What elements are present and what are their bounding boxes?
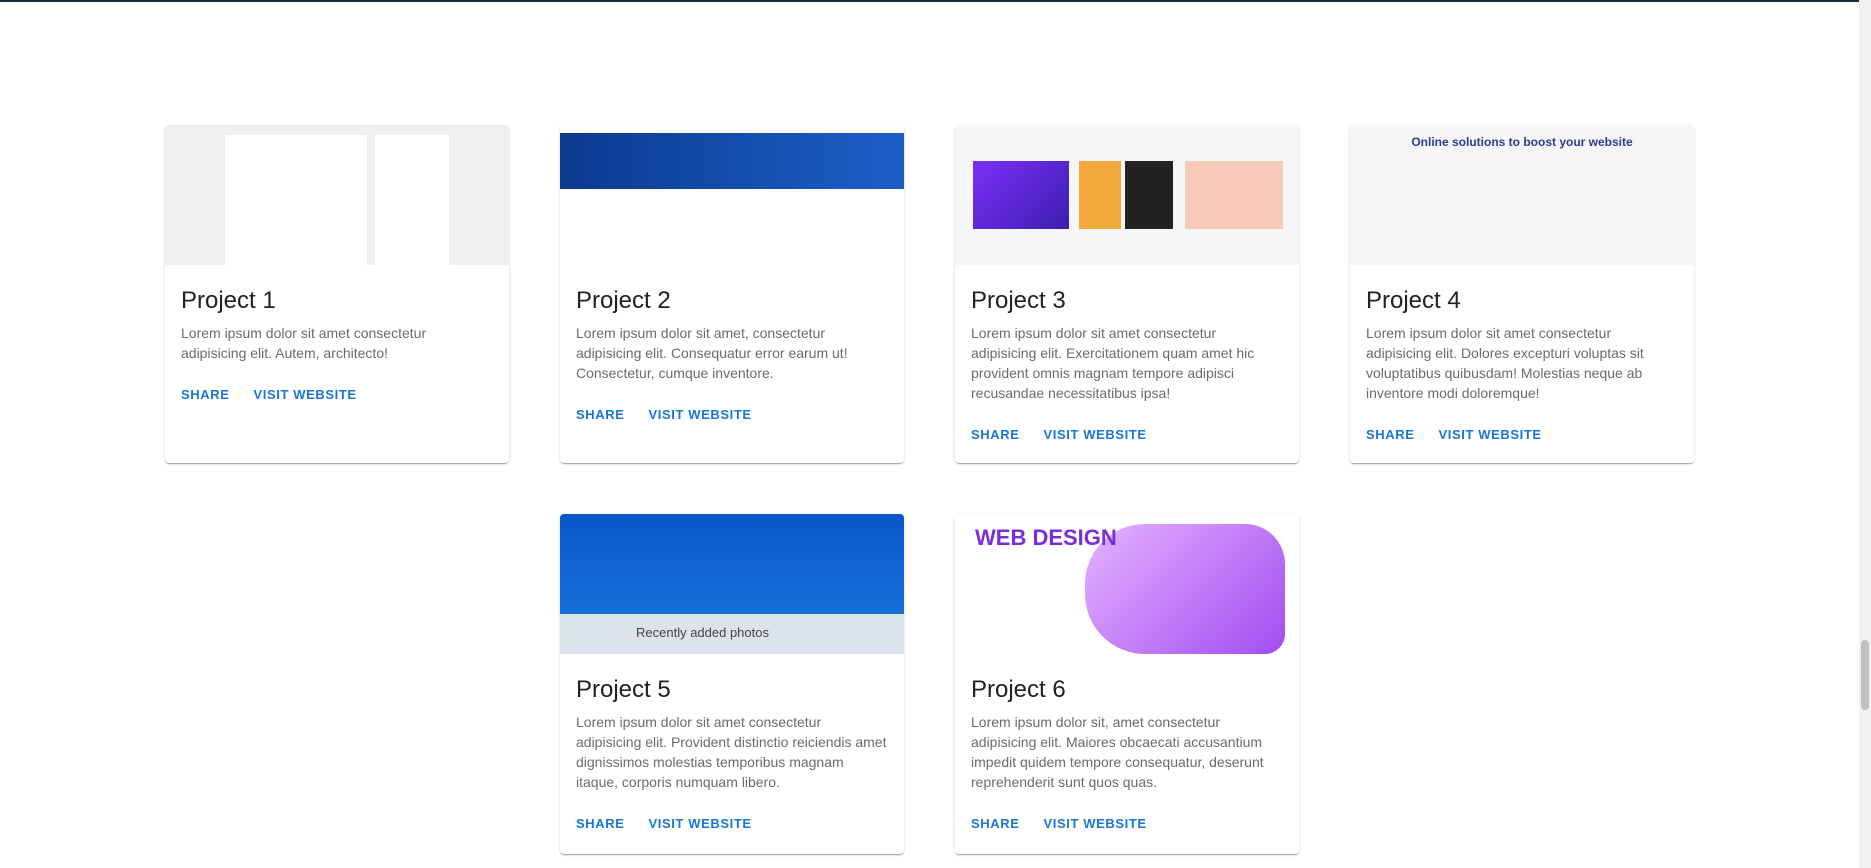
project-6-thumbnail: WEB DESIGN (955, 514, 1299, 654)
thumbnail-banner (560, 133, 904, 189)
project-title: Project 6 (971, 676, 1066, 703)
project-description: Lorem ipsum dolor sit amet, consectetur … (576, 325, 848, 381)
share-button[interactable]: SHARE (1358, 419, 1423, 450)
project-4-thumbnail: Online solutions to boost your website (1350, 125, 1694, 265)
project-title: Project 2 (576, 287, 671, 314)
project-2-thumbnail (560, 125, 904, 265)
share-button[interactable]: SHARE (568, 399, 633, 430)
scrollbar[interactable] (1859, 0, 1871, 868)
thumbnail-headline: WEB DESIGN (975, 525, 1117, 550)
visit-website-button[interactable]: VISIT WEBSITE (641, 399, 760, 430)
share-button[interactable]: SHARE (963, 419, 1028, 450)
project-5-thumbnail: Recently added photos (560, 514, 904, 654)
thumbnail-sidebar (375, 135, 449, 265)
scrollbar-thumb[interactable] (1861, 640, 1869, 710)
top-border (0, 0, 1871, 2)
project-1-thumbnail (165, 125, 509, 265)
thumbnail-tile (973, 161, 1069, 229)
project-description: Lorem ipsum dolor sit, amet consectetur … (971, 714, 1264, 790)
card-actions: SHARE VISIT WEBSITE (568, 399, 896, 430)
thumbnail-lower-panel: Recently added photos (560, 614, 904, 654)
visit-website-button[interactable]: VISIT WEBSITE (1431, 419, 1550, 450)
share-button[interactable]: SHARE (568, 808, 633, 839)
project-description: Lorem ipsum dolor sit amet consectetur a… (576, 714, 887, 790)
thumbnail-caption: Recently added photos (636, 625, 769, 640)
project-title: Project 1 (181, 287, 276, 314)
project-3-thumbnail (955, 125, 1299, 265)
share-button[interactable]: SHARE (173, 379, 238, 410)
thumbnail-page (225, 135, 367, 265)
card-actions: SHARE VISIT WEBSITE (568, 808, 896, 839)
visit-website-button[interactable]: VISIT WEBSITE (246, 379, 365, 410)
card-actions: SHARE VISIT WEBSITE (963, 808, 1291, 839)
thumbnail-tile (1125, 161, 1173, 229)
project-title: Project 4 (1366, 287, 1461, 314)
project-description: Lorem ipsum dolor sit amet consectetur a… (1366, 325, 1644, 401)
project-title: Project 5 (576, 676, 671, 703)
project-card-6: WEB DESIGN Project 6 Lorem ipsum dolor s… (955, 514, 1299, 854)
visit-website-button[interactable]: VISIT WEBSITE (1036, 419, 1155, 450)
card-actions: SHARE VISIT WEBSITE (963, 419, 1291, 450)
project-card-4: Online solutions to boost your website P… (1350, 125, 1694, 463)
project-description: Lorem ipsum dolor sit amet consectetur a… (181, 325, 427, 361)
share-button[interactable]: SHARE (963, 808, 1028, 839)
project-card-5: Recently added photos Project 5 Lorem ip… (560, 514, 904, 854)
visit-website-button[interactable]: VISIT WEBSITE (1036, 808, 1155, 839)
thumbnail-headline: Online solutions to boost your website (1411, 135, 1633, 149)
project-card-3: Project 3 Lorem ipsum dolor sit amet con… (955, 125, 1299, 463)
thumbnail-tile (1079, 161, 1121, 229)
project-description: Lorem ipsum dolor sit amet consectetur a… (971, 325, 1255, 401)
project-card-2: Project 2 Lorem ipsum dolor sit amet, co… (560, 125, 904, 463)
thumbnail-tile (1185, 161, 1283, 229)
card-actions: SHARE VISIT WEBSITE (1358, 419, 1686, 450)
visit-website-button[interactable]: VISIT WEBSITE (641, 808, 760, 839)
project-title: Project 3 (971, 287, 1066, 314)
card-actions: SHARE VISIT WEBSITE (173, 379, 501, 410)
project-card-1: Project 1 Lorem ipsum dolor sit amet con… (165, 125, 509, 463)
